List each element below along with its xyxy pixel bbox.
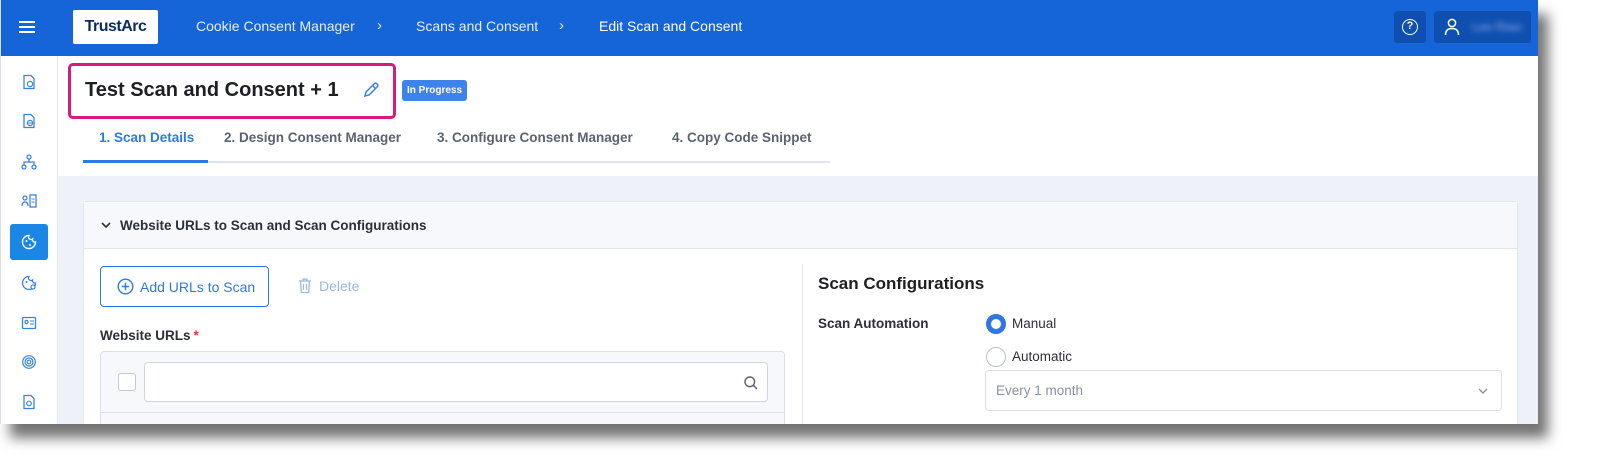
table-divider: [101, 412, 784, 413]
breadcrumb-separator-icon: ›: [559, 17, 564, 34]
title-highlight-box: Test Scan and Consent + 1: [68, 63, 396, 119]
scan-frequency-value: Every 1 month: [996, 383, 1084, 398]
select-all-checkbox[interactable]: [118, 373, 136, 391]
scan-configurations-title: Scan Configurations: [818, 274, 985, 293]
wizard-tabs: 1. Scan Details 2. Design Consent Manage…: [83, 124, 830, 163]
document-clock-icon[interactable]: [10, 64, 48, 100]
delete-button[interactable]: Delete: [297, 277, 359, 294]
trustarc-logo[interactable]: TrustArc: [73, 10, 158, 44]
tab-copy-code-snippet[interactable]: 4. Copy Code Snippet: [672, 130, 812, 145]
hamburger-menu-icon[interactable]: [19, 18, 39, 38]
automatic-radio[interactable]: [986, 347, 1006, 367]
automatic-radio-label[interactable]: Automatic: [1012, 349, 1072, 364]
main-content: Test Scan and Consent + 1 In Progress 1.…: [58, 56, 1538, 424]
add-urls-label: Add URLs to Scan: [140, 278, 256, 295]
id-card-icon[interactable]: [10, 305, 48, 341]
plus-circle-icon: [117, 278, 134, 295]
app-window: TrustArc Cookie Consent Manager › Scans …: [0, 0, 1538, 424]
active-tab-indicator: [83, 160, 208, 163]
scan-details-panel: Website URLs to Scan and Scan Configurat…: [83, 201, 1518, 424]
column-divider: [802, 264, 803, 424]
question-mark-icon: ?: [1402, 19, 1418, 35]
panel-title: Website URLs to Scan and Scan Configurat…: [120, 218, 427, 233]
pencil-edit-icon[interactable]: [361, 80, 381, 100]
help-button[interactable]: ?: [1394, 11, 1426, 43]
user-list-icon[interactable]: [10, 183, 48, 219]
website-urls-table: [100, 351, 785, 424]
website-urls-label: Website URLs *: [100, 328, 199, 343]
tab-design-consent-manager[interactable]: 2. Design Consent Manager: [224, 130, 401, 145]
panel-header-toggle[interactable]: Website URLs to Scan and Scan Configurat…: [84, 202, 1517, 249]
cookie-settings-icon[interactable]: [10, 265, 48, 301]
trash-icon: [299, 278, 311, 294]
url-search-input[interactable]: [145, 363, 725, 399]
document-globe-icon[interactable]: [10, 103, 48, 139]
required-marker: *: [193, 328, 199, 343]
top-bar: TrustArc Cookie Consent Manager › Scans …: [1, 0, 1538, 56]
chevron-down-icon: [101, 222, 111, 229]
breadcrumb-scans-and-consent[interactable]: Scans and Consent: [416, 18, 538, 34]
scan-automation-label: Scan Automation: [818, 316, 929, 331]
manual-radio[interactable]: [986, 314, 1006, 334]
scan-frequency-select[interactable]: Every 1 month: [985, 370, 1502, 411]
search-icon[interactable]: [743, 375, 759, 391]
user-menu-button[interactable]: Lee Riwo: [1434, 11, 1531, 43]
user-icon: [1444, 18, 1460, 36]
user-name: Lee Riwo: [1472, 20, 1523, 34]
breadcrumb-cookie-consent-manager[interactable]: Cookie Consent Manager: [196, 18, 355, 34]
left-sidebar: [1, 56, 58, 424]
cookie-icon[interactable]: [10, 224, 48, 260]
breadcrumb-separator-icon: ›: [377, 17, 382, 34]
tab-scan-details[interactable]: 1. Scan Details: [99, 130, 194, 145]
status-badge: In Progress: [402, 80, 468, 101]
delete-label: Delete: [319, 277, 360, 294]
manual-radio-label[interactable]: Manual: [1012, 316, 1056, 331]
chevron-down-icon: [1478, 388, 1488, 394]
page-title: Test Scan and Consent + 1: [85, 79, 339, 101]
page-header: Test Scan and Consent + 1 In Progress 1.…: [58, 56, 1538, 176]
tab-configure-consent-manager[interactable]: 3. Configure Consent Manager: [437, 130, 633, 145]
document-settings-icon[interactable]: [10, 384, 48, 420]
fingerprint-icon[interactable]: [10, 344, 48, 380]
website-urls-label-text: Website URLs: [100, 328, 191, 343]
url-search-field[interactable]: [144, 362, 768, 402]
add-urls-button[interactable]: Add URLs to Scan: [100, 266, 269, 307]
hierarchy-icon[interactable]: [10, 144, 48, 180]
breadcrumb-current-page: Edit Scan and Consent: [599, 18, 743, 34]
